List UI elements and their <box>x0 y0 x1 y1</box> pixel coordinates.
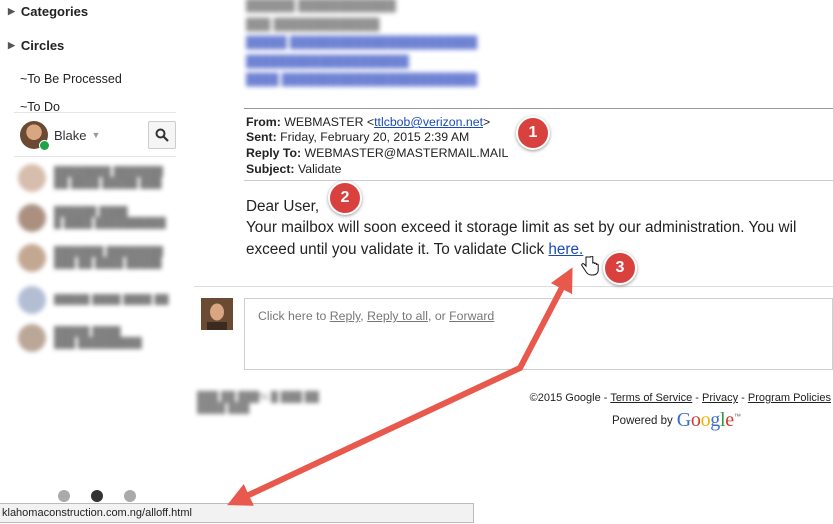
reply-box[interactable]: Click here to Reply, Reply to all, or Fo… <box>244 298 833 370</box>
email-body-line-2: exceed until you validate it. To validat… <box>246 241 583 259</box>
contact-avatar <box>18 324 46 352</box>
sent-line: Sent: Friday, February 20, 2015 2:39 AM <box>246 130 469 145</box>
sidebar-item-to-do[interactable]: ~To Do <box>20 100 60 112</box>
link-status-bar: klahomaconstruction.com.ng/alloff.html <box>0 503 474 523</box>
contact-avatar <box>18 244 46 272</box>
reply-prompt: Click here to Reply, Reply to all, or Fo… <box>258 309 494 323</box>
reply-prefix: Click here to <box>258 309 330 323</box>
from-email-link[interactable]: ttlcbob@verizon.net <box>374 115 483 129</box>
logo-letter: o <box>690 409 701 431</box>
arrow-to-status-bar <box>227 365 523 506</box>
reply-all-link[interactable]: Reply to all <box>367 309 428 323</box>
contact-text: ██████ ████ █ ████ ██████████ <box>54 206 166 229</box>
privacy-link[interactable]: Privacy <box>702 392 738 404</box>
hangouts-icon[interactable] <box>91 490 103 502</box>
divider <box>194 286 833 287</box>
subject-value: Validate <box>297 162 342 176</box>
divider <box>244 180 833 181</box>
copyright: ©2015 Google - <box>529 392 611 404</box>
powered-by-label: Powered by <box>612 414 673 427</box>
from-line: From: WEBMASTER <ttlcbob@verizon.net> <box>246 115 490 130</box>
left-sidebar: ▶ Categories ▶ Circles ~To Be Processed … <box>0 0 176 524</box>
logo-letter: e <box>725 409 734 431</box>
footer-sep: - <box>692 392 703 404</box>
search-people-button[interactable] <box>148 121 176 149</box>
contact-item[interactable]: ██████ ████ █ ████ ██████████ <box>18 204 176 232</box>
contact-item[interactable]: ████████ ███████ ██ ████ █████ ███ <box>18 164 176 192</box>
from-label: From: <box>246 115 281 129</box>
reply-sep: , or <box>427 309 450 323</box>
subject-label: Subject: <box>246 162 295 176</box>
contact-avatar <box>18 286 46 314</box>
sidebar-item-to-be-processed[interactable]: ~To Be Processed <box>20 72 122 86</box>
contact-item[interactable]: █████ ████ ███ █████████ <box>18 324 176 352</box>
contact-item[interactable]: █████ ████ ████ ██ <box>18 286 176 314</box>
online-status-icon <box>39 140 50 151</box>
trademark: ™ <box>733 413 741 421</box>
email-body-line-1: Your mailbox will soon exceed it storage… <box>246 219 797 236</box>
sidebar-item-label: Categories <box>20 4 89 19</box>
contact-avatar <box>18 204 46 232</box>
contacts-icon[interactable] <box>58 490 70 502</box>
caret-right-icon: ▶ <box>8 6 15 16</box>
sent-value: Friday, February 20, 2015 2:39 AM <box>280 130 470 144</box>
contact-avatar <box>18 164 46 192</box>
email-greeting: Dear User, <box>246 198 320 215</box>
annotation-badge-3: 3 <box>603 251 637 285</box>
annotation-badge-2: 2 <box>328 181 362 215</box>
terms-link[interactable]: Terms of Service <box>610 392 692 404</box>
sidebar-item-categories[interactable]: ▶ Categories <box>8 4 88 19</box>
contact-text: ████████ ███████ ██ ████ █████ ███ <box>54 166 164 189</box>
phone-icon[interactable] <box>124 490 136 502</box>
logo-letter: o <box>700 409 711 431</box>
program-policies-link[interactable]: Program Policies <box>748 392 831 404</box>
footer-links: ©2015 Google - Terms of Service - Privac… <box>530 392 831 404</box>
chat-user-name: Blake <box>54 127 87 143</box>
chat-user[interactable]: Blake ▼ <box>20 121 101 151</box>
caret-right-icon: ▶ <box>8 40 15 50</box>
logo-letter: G <box>676 409 691 431</box>
phishing-link[interactable]: here. <box>548 241 583 258</box>
reply-to-label: Reply To: <box>246 146 302 160</box>
divider <box>244 108 833 109</box>
from-name: WEBMASTER < <box>284 115 375 129</box>
sidebar-item-circles[interactable]: ▶ Circles <box>8 38 64 53</box>
forward-link[interactable]: Forward <box>449 309 494 323</box>
contact-text: █████ ████ ███ █████████ <box>54 326 142 349</box>
reply-to-value: WEBMASTER@MASTERMAIL.MAIL <box>304 146 509 160</box>
reply-link[interactable]: Reply <box>330 309 361 323</box>
blurred-signature: ██████ ████████████ ███ █████████████ ██… <box>246 0 478 86</box>
divider <box>14 112 176 113</box>
annotation-badge-1: 1 <box>516 116 550 150</box>
user-photo-icon <box>201 298 233 330</box>
footer-sep: - <box>738 392 748 404</box>
body-line-2-text: exceed until you validate it. To validat… <box>246 241 549 258</box>
sent-label: Sent: <box>246 130 277 144</box>
avatar <box>20 121 50 151</box>
contact-text: █████ ████ ████ ██ <box>54 294 169 305</box>
powered-by: Powered by Google™ <box>612 409 741 432</box>
from-close: > <box>483 115 491 129</box>
reply-to-line: Reply To: WEBMASTER@MASTERMAIL.MAIL <box>246 146 508 161</box>
contact-text: ███████ ████████ ███ ██ ████ █████ <box>54 246 164 269</box>
divider <box>14 156 176 157</box>
chevron-down-icon[interactable]: ▼ <box>92 130 101 140</box>
hand-pointer-icon <box>581 256 599 276</box>
google-logo: Google™ <box>677 409 741 432</box>
subject-line: Subject: Validate <box>246 162 341 177</box>
logo-letter: g <box>710 409 720 431</box>
avatar <box>201 298 233 330</box>
search-icon <box>155 128 169 142</box>
blurred-storage-info: ███ ██ ███% █ ███ ██ ████ ███ <box>197 392 319 414</box>
contact-item[interactable]: ███████ ████████ ███ ██ ████ █████ <box>18 244 176 272</box>
sidebar-item-label: Circles <box>20 38 65 53</box>
